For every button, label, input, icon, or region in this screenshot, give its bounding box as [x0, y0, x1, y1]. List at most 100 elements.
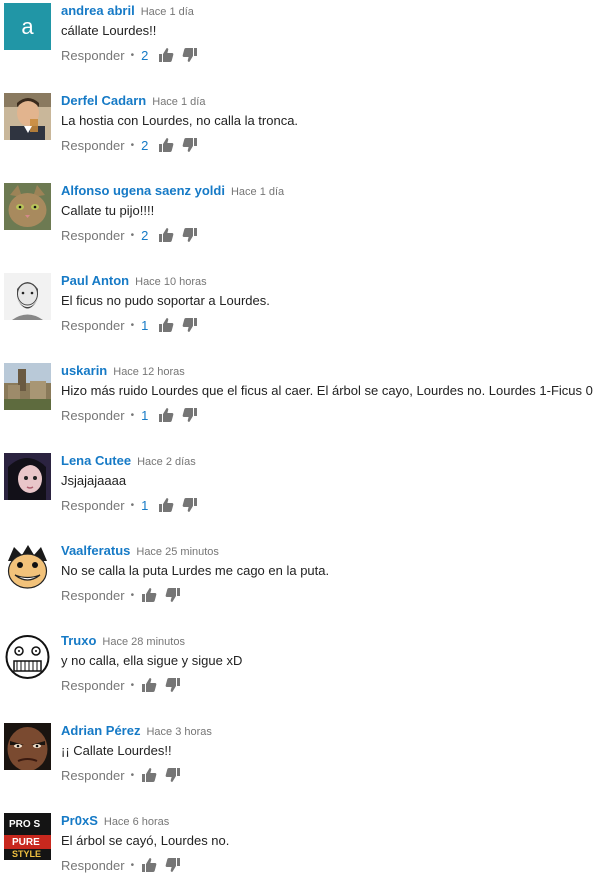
- comment: Paul Anton Hace 10 horas El ficus no pudo…: [0, 270, 604, 350]
- thumbs-up-icon[interactable]: [141, 677, 157, 693]
- thumbs-down-icon[interactable]: [182, 47, 198, 63]
- comment: Vaalferatus Hace 25 minutos No se calla l…: [0, 540, 604, 620]
- reply-button[interactable]: Responder: [61, 318, 125, 333]
- thumbs-up-icon[interactable]: [158, 497, 174, 513]
- comment-header: Truxo Hace 28 minutos: [61, 632, 185, 650]
- comment-header: Adrian Pérez Hace 3 horas: [61, 722, 212, 740]
- separator-dot: •: [130, 589, 135, 601]
- comment-actions: Responder • 2: [61, 46, 198, 64]
- comment-header: Paul Anton Hace 10 horas: [61, 272, 207, 290]
- comment-timestamp[interactable]: Hace 12 horas: [113, 366, 185, 378]
- thumbs-up-icon[interactable]: [141, 857, 157, 873]
- comment-actions: Responder • 2: [61, 226, 198, 244]
- rage-face-avatar[interactable]: [4, 633, 51, 680]
- angry-face-avatar[interactable]: [4, 723, 51, 770]
- comment-actions: Responder • 1: [61, 316, 198, 334]
- avatar-logo-line: PRO S: [9, 819, 40, 830]
- thumbs-up-icon[interactable]: [158, 407, 174, 423]
- author-name[interactable]: Vaalferatus: [61, 543, 130, 558]
- avatar-letter: a: [21, 14, 34, 39]
- reply-button[interactable]: Responder: [61, 588, 125, 603]
- comment: Derfel Cadarn Hace 1 día La hostia con Lo…: [0, 90, 604, 170]
- comment-timestamp[interactable]: Hace 25 minutos: [136, 546, 219, 558]
- thumbs-up-icon[interactable]: [158, 137, 174, 153]
- author-name[interactable]: uskarin: [61, 363, 107, 378]
- comment-header: Pr0xS Hace 6 horas: [61, 812, 169, 830]
- author-name[interactable]: andrea abril: [61, 3, 135, 18]
- author-name[interactable]: Adrian Pérez: [61, 723, 140, 738]
- reply-button[interactable]: Responder: [61, 678, 125, 693]
- thumbs-down-icon[interactable]: [182, 317, 198, 333]
- bearded-man-avatar[interactable]: [4, 273, 51, 320]
- avatar-logo-line: PURE: [12, 837, 40, 848]
- comment-text: No se calla la puta Lurdes me cago en la…: [61, 563, 330, 578]
- separator-dot: •: [130, 319, 135, 331]
- man-drinking-avatar[interactable]: [4, 93, 51, 140]
- comment-header: uskarin Hace 12 horas: [61, 362, 185, 380]
- like-count: 1: [141, 407, 149, 423]
- comment-timestamp[interactable]: Hace 6 horas: [104, 816, 169, 828]
- reply-button[interactable]: Responder: [61, 408, 125, 423]
- reply-button[interactable]: Responder: [61, 48, 125, 63]
- cat-avatar[interactable]: [4, 183, 51, 230]
- comment-timestamp[interactable]: Hace 28 minutos: [102, 636, 185, 648]
- separator-dot: •: [130, 229, 135, 241]
- cartoon-face-avatar[interactable]: [4, 543, 51, 590]
- thumbs-up-icon[interactable]: [141, 587, 157, 603]
- comment-timestamp[interactable]: Hace 1 día: [231, 186, 284, 198]
- author-name[interactable]: Pr0xS: [61, 813, 98, 828]
- thumbs-down-icon[interactable]: [165, 857, 181, 873]
- avatar-logo-line: STYLE: [12, 849, 41, 859]
- reply-button[interactable]: Responder: [61, 858, 125, 873]
- comment-text: cállate Lourdes!!: [61, 23, 157, 38]
- comment-text: Jsjajajaaaa: [61, 473, 127, 488]
- thumbs-down-icon[interactable]: [182, 227, 198, 243]
- like-count: 1: [141, 317, 149, 333]
- like-count: 2: [141, 227, 149, 243]
- comment-header: Vaalferatus Hace 25 minutos: [61, 542, 219, 560]
- author-name[interactable]: Derfel Cadarn: [61, 93, 146, 108]
- thumbs-down-icon[interactable]: [165, 767, 181, 783]
- reply-button[interactable]: Responder: [61, 228, 125, 243]
- comment-text: El árbol se cayó, Lourdes no.: [61, 833, 230, 848]
- comment-text: El ficus no pudo soportar a Lourdes.: [61, 293, 270, 308]
- comment-timestamp[interactable]: Hace 1 día: [141, 6, 194, 18]
- reply-button[interactable]: Responder: [61, 768, 125, 783]
- thumbs-up-icon[interactable]: [158, 227, 174, 243]
- author-name[interactable]: Alfonso ugena saenz yoldi: [61, 183, 225, 198]
- thumbs-down-icon[interactable]: [182, 407, 198, 423]
- comment-actions: Responder • 1: [61, 406, 198, 424]
- thumbs-down-icon[interactable]: [182, 137, 198, 153]
- thumbs-down-icon[interactable]: [182, 497, 198, 513]
- reply-button[interactable]: Responder: [61, 138, 125, 153]
- reply-button[interactable]: Responder: [61, 498, 125, 513]
- separator-dot: •: [130, 859, 135, 871]
- comment-text: Callate tu pijo!!!!: [61, 203, 155, 218]
- comment-timestamp[interactable]: Hace 3 horas: [146, 726, 211, 738]
- comment-actions: Responder •: [61, 856, 181, 874]
- pure-style-avatar[interactable]: PRO S PURE STYLE: [4, 813, 51, 860]
- separator-dot: •: [130, 139, 135, 151]
- girl-photo-avatar[interactable]: [4, 453, 51, 500]
- thumbs-up-icon[interactable]: [158, 317, 174, 333]
- separator-dot: •: [130, 769, 135, 781]
- town-photo-avatar[interactable]: [4, 363, 51, 410]
- comment-timestamp[interactable]: Hace 1 día: [152, 96, 205, 108]
- author-name[interactable]: Lena Cutee: [61, 453, 131, 468]
- separator-dot: •: [130, 499, 135, 511]
- thumbs-up-icon[interactable]: [158, 47, 174, 63]
- comment-text: La hostia con Lourdes, no calla la tronc…: [61, 113, 299, 128]
- author-name[interactable]: Truxo: [61, 633, 96, 648]
- thumbs-down-icon[interactable]: [165, 587, 181, 603]
- author-name[interactable]: Paul Anton: [61, 273, 129, 288]
- comment-timestamp[interactable]: Hace 10 horas: [135, 276, 207, 288]
- thumbs-down-icon[interactable]: [165, 677, 181, 693]
- comment-timestamp[interactable]: Hace 2 días: [137, 456, 196, 468]
- comment: Lena Cutee Hace 2 días Jsjajajaaaa Respon…: [0, 450, 604, 530]
- comment-header: Derfel Cadarn Hace 1 día: [61, 92, 205, 110]
- like-count: 1: [141, 497, 149, 513]
- comment-header: Alfonso ugena saenz yoldi Hace 1 día: [61, 182, 284, 200]
- letter-a-avatar[interactable]: a: [4, 3, 51, 50]
- thumbs-up-icon[interactable]: [141, 767, 157, 783]
- comment: PRO S PURE STYLE Pr0xS Hace 6 horas El árbo…: [0, 810, 604, 890]
